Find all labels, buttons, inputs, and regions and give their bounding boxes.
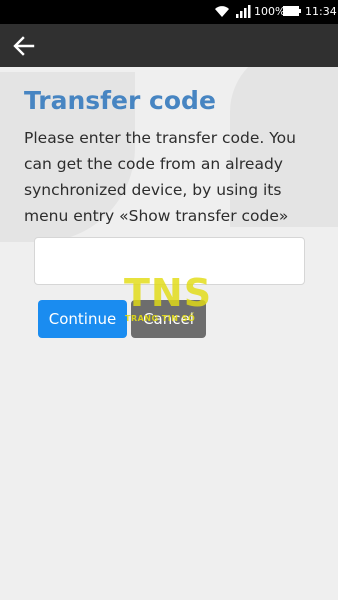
arrow-left-icon xyxy=(13,36,35,56)
back-button[interactable] xyxy=(6,28,42,64)
battery-icon xyxy=(283,6,301,16)
battery-percentage: 100% xyxy=(254,5,286,18)
instructions-text: Please enter the transfer code. You can … xyxy=(24,129,296,225)
page-title: Transfer code xyxy=(24,86,216,115)
transfer-code-input[interactable] xyxy=(34,237,305,285)
wifi-icon xyxy=(215,6,229,17)
cancel-button[interactable]: Cancel xyxy=(131,300,206,338)
signal-icon xyxy=(236,5,251,18)
app-bar xyxy=(0,24,338,67)
continue-button[interactable]: Continue xyxy=(38,300,127,338)
status-bar: 100% 11:34 xyxy=(0,0,338,24)
clock: 11:34 xyxy=(305,5,337,18)
